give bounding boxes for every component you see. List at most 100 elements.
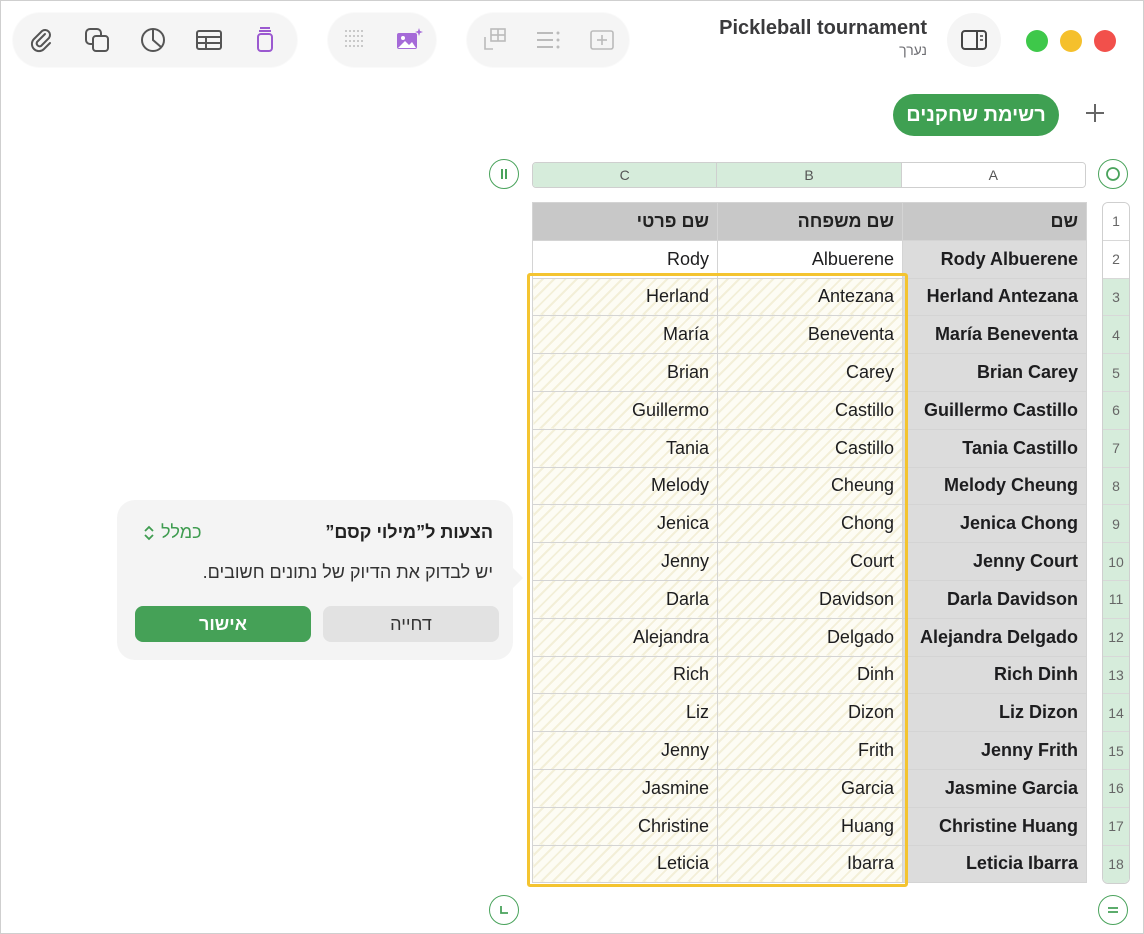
- sheet-tab-players[interactable]: רשימת שחקנים: [893, 94, 1059, 136]
- cell-full-name[interactable]: Alejandra Delgado: [902, 617, 1087, 657]
- popover-more-dropdown[interactable]: כמלל: [143, 522, 202, 543]
- cell-last-name[interactable]: Delgado: [717, 617, 903, 657]
- row-header[interactable]: 15: [1103, 732, 1129, 770]
- image-sparkle-icon[interactable]: [388, 18, 430, 62]
- cell-last-name[interactable]: Dizon: [717, 693, 903, 733]
- stack-icon[interactable]: [243, 18, 287, 62]
- freeze-columns-button[interactable]: [489, 159, 519, 189]
- cell-first-name[interactable]: Herland: [532, 277, 718, 317]
- grid-dots-icon[interactable]: [334, 18, 376, 62]
- cell-full-name[interactable]: Darla Davidson: [902, 579, 1087, 619]
- header-first-name[interactable]: שם פרטי: [532, 202, 718, 241]
- cell-full-name[interactable]: Melody Cheung: [902, 466, 1087, 506]
- cell-last-name[interactable]: Castillo: [717, 428, 903, 468]
- document-title[interactable]: Pickleball tournament: [719, 17, 927, 40]
- cell-last-name[interactable]: Albuerene: [717, 239, 903, 279]
- window-zoom-button[interactable]: [1026, 30, 1048, 52]
- cell-full-name[interactable]: Herland Antezana: [902, 277, 1087, 317]
- accept-button[interactable]: אישור: [135, 606, 311, 642]
- cell-last-name[interactable]: Cheung: [717, 466, 903, 506]
- cell-last-name[interactable]: Court: [717, 542, 903, 581]
- row-header[interactable]: 8: [1103, 467, 1129, 506]
- cell-first-name[interactable]: Rody: [532, 239, 718, 279]
- cell-full-name[interactable]: Guillermo Castillo: [902, 390, 1087, 430]
- cell-last-name[interactable]: Huang: [717, 806, 903, 846]
- cell-first-name[interactable]: Guillermo: [532, 390, 718, 430]
- list-icon[interactable]: [527, 18, 569, 62]
- sidebar-toggle-button[interactable]: [947, 13, 1001, 67]
- row-header[interactable]: 7: [1103, 429, 1129, 468]
- row-header[interactable]: 5: [1103, 354, 1129, 392]
- cell-full-name[interactable]: Leticia Ibarra: [902, 844, 1087, 884]
- add-sheet-icon[interactable]: [1081, 99, 1109, 127]
- header-full-name[interactable]: שם: [902, 202, 1087, 241]
- cell-first-name[interactable]: Brian: [532, 353, 718, 392]
- cell-full-name[interactable]: Jasmine Garcia: [902, 768, 1087, 808]
- cell-full-name[interactable]: Jenny Frith: [902, 731, 1087, 770]
- cell-full-name[interactable]: María Beneventa: [902, 315, 1087, 355]
- cell-full-name[interactable]: Jenica Chong: [902, 504, 1087, 544]
- cell-last-name[interactable]: Chong: [717, 504, 903, 544]
- row-header[interactable]: 14: [1103, 694, 1129, 733]
- cell-full-name[interactable]: Jenny Court: [902, 542, 1087, 581]
- cell-first-name[interactable]: Melody: [532, 466, 718, 506]
- row-header[interactable]: 11: [1103, 580, 1129, 619]
- cell-full-name[interactable]: Rich Dinh: [902, 655, 1087, 695]
- window-minimize-button[interactable]: [1060, 30, 1082, 52]
- cell-last-name[interactable]: Dinh: [717, 655, 903, 695]
- row-header[interactable]: 10: [1103, 543, 1129, 581]
- window-close-button[interactable]: [1094, 30, 1116, 52]
- reject-button[interactable]: דחייה: [323, 606, 499, 642]
- row-header[interactable]: 2: [1103, 240, 1129, 279]
- cell-first-name[interactable]: Jasmine: [532, 768, 718, 808]
- add-row-button[interactable]: [1098, 895, 1128, 925]
- cell-full-name[interactable]: Brian Carey: [902, 353, 1087, 392]
- table-resize-handle[interactable]: [489, 895, 519, 925]
- cell-full-name[interactable]: Tania Castillo: [902, 428, 1087, 468]
- cell-last-name[interactable]: Castillo: [717, 390, 903, 430]
- paperclip-icon[interactable]: [19, 18, 63, 62]
- column-header-c[interactable]: C: [533, 163, 718, 187]
- cell-first-name[interactable]: María: [532, 315, 718, 355]
- column-header-a[interactable]: A: [901, 163, 1085, 187]
- table-select-button[interactable]: [1098, 159, 1128, 189]
- transpose-icon[interactable]: [473, 18, 515, 62]
- cell-full-name[interactable]: Christine Huang: [902, 806, 1087, 846]
- cell-first-name[interactable]: Christine: [532, 806, 718, 846]
- cell-first-name[interactable]: Tania: [532, 428, 718, 468]
- row-header[interactable]: 17: [1103, 807, 1129, 846]
- row-header[interactable]: 4: [1103, 316, 1129, 355]
- shapes-icon[interactable]: [75, 18, 119, 62]
- column-header-b[interactable]: B: [717, 163, 902, 187]
- cell-first-name[interactable]: Liz: [532, 693, 718, 733]
- cell-last-name[interactable]: Antezana: [717, 277, 903, 317]
- insert-box-icon[interactable]: [581, 18, 623, 62]
- header-last-name[interactable]: שם משפחה: [717, 202, 903, 241]
- cell-last-name[interactable]: Carey: [717, 353, 903, 392]
- table-icon[interactable]: [187, 18, 231, 62]
- cell-first-name[interactable]: Jenny: [532, 542, 718, 581]
- cell-first-name[interactable]: Rich: [532, 655, 718, 695]
- row-header[interactable]: 16: [1103, 769, 1129, 808]
- chart-icon[interactable]: [131, 18, 175, 62]
- row-header[interactable]: 12: [1103, 618, 1129, 657]
- cell-last-name[interactable]: Davidson: [717, 579, 903, 619]
- row-header[interactable]: 18: [1103, 845, 1129, 884]
- cell-full-name[interactable]: Liz Dizon: [902, 693, 1087, 733]
- cell-last-name[interactable]: Beneventa: [717, 315, 903, 355]
- row-header[interactable]: 13: [1103, 656, 1129, 695]
- row-header[interactable]: 9: [1103, 505, 1129, 544]
- table-row: Jenny Frith Jenny Frith: [532, 731, 1087, 770]
- row-header[interactable]: 6: [1103, 391, 1129, 430]
- cell-first-name[interactable]: Jenica: [532, 504, 718, 544]
- cell-last-name[interactable]: Frith: [717, 731, 903, 770]
- cell-first-name[interactable]: Darla: [532, 579, 718, 619]
- cell-last-name[interactable]: Garcia: [717, 768, 903, 808]
- cell-full-name[interactable]: Rody Albuerene: [902, 239, 1087, 279]
- cell-first-name[interactable]: Jenny: [532, 731, 718, 770]
- row-header[interactable]: 3: [1103, 278, 1129, 317]
- cell-first-name[interactable]: Alejandra: [532, 617, 718, 657]
- cell-last-name[interactable]: Ibarra: [717, 844, 903, 884]
- cell-first-name[interactable]: Leticia: [532, 844, 718, 884]
- row-header[interactable]: 1: [1103, 203, 1129, 241]
